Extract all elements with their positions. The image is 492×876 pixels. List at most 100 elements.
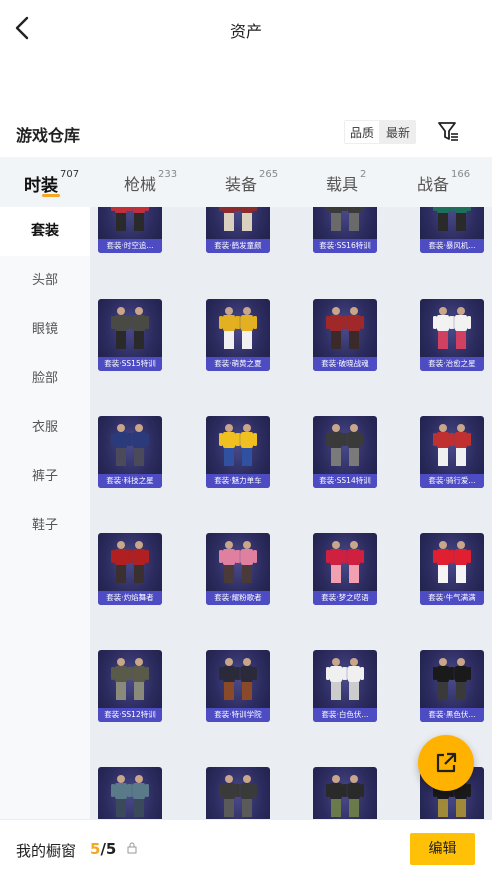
outfit-caption: 套装·SS12特训 <box>98 708 162 722</box>
outfit-figure-image <box>111 307 149 349</box>
outfit-caption: 套装·时空追... <box>98 239 162 253</box>
asset-page: 资产 游戏仓库 品质 最新 时装 707 枪械 233 装备 265 载具 2 … <box>0 0 492 876</box>
sort-by-newest[interactable]: 最新 <box>380 120 417 144</box>
outfit-caption: 套装·SS14特训 <box>313 474 377 488</box>
outfit-card[interactable] <box>98 767 162 819</box>
outfit-grid: 套装·时空追... 套装·鹤发童颜 套装·SS16特训 套装·暴风机... 套装·SS1… <box>90 207 492 819</box>
outfit-caption: 套装·SS16特训 <box>313 239 377 253</box>
tab-label: 装备 <box>225 175 258 194</box>
tab-label: 枪械 <box>124 175 157 194</box>
outfit-caption: 套装·科技之星 <box>98 474 162 488</box>
outfit-caption: 套装·萌黄之夏 <box>206 357 270 371</box>
outfit-card[interactable]: 套装·黑色伏... <box>420 650 484 722</box>
outfit-figure-image <box>219 207 257 231</box>
sidebar-item-shoes[interactable]: 鞋子 <box>0 501 90 550</box>
outfit-figure-image <box>111 541 149 583</box>
outfit-figure-image <box>433 207 471 231</box>
outfit-figure-image <box>326 541 364 583</box>
outfit-caption: 套装·耀粉歌者 <box>206 591 270 605</box>
outfit-caption: 套装·灼焰舞者 <box>98 591 162 605</box>
outfit-caption: 套装·暴风机... <box>420 239 484 253</box>
outfit-card[interactable]: 套装·梦之呓语 <box>313 533 377 605</box>
sidebar-item-glasses[interactable]: 眼镜 <box>0 305 90 354</box>
sidebar-item-outfit[interactable]: 套装 <box>0 207 90 256</box>
outfit-card[interactable]: 套装·破晓战魂 <box>313 299 377 371</box>
outfit-card[interactable]: 套装·骑行爱... <box>420 416 484 488</box>
outfit-figure-image <box>326 307 364 349</box>
outfit-figure-image <box>326 207 364 231</box>
outfit-caption: 套装·梦之呓语 <box>313 591 377 605</box>
outfit-card[interactable] <box>206 767 270 819</box>
outfit-card[interactable]: 套装·SS16特训 <box>313 207 377 253</box>
tab-count: 707 <box>60 169 80 180</box>
outfit-caption: 套装·骑行爱... <box>420 474 484 488</box>
tab-guns[interactable]: 枪械 233 <box>124 157 225 207</box>
outfit-figure-image <box>433 424 471 466</box>
tab-count: 2 <box>360 169 367 180</box>
showcase-total: /5 <box>100 840 117 858</box>
outfit-figure-image <box>219 658 257 700</box>
sidebar-item-clothes[interactable]: 衣服 <box>0 403 90 452</box>
tab-equipment[interactable]: 装备 265 <box>225 157 326 207</box>
sidebar-item-pants[interactable]: 裤子 <box>0 452 90 501</box>
outfit-card[interactable] <box>313 767 377 819</box>
outfit-card[interactable]: 套装·萌黄之夏 <box>206 299 270 371</box>
outfit-caption: 套装·黑色伏... <box>420 708 484 722</box>
outfit-figure-image <box>433 307 471 349</box>
share-button[interactable] <box>418 735 474 791</box>
outfit-card[interactable]: 套装·灼焰舞者 <box>98 533 162 605</box>
sidebar-item-head[interactable]: 头部 <box>0 256 90 305</box>
outfit-figure-image <box>219 775 257 817</box>
lock-icon <box>127 842 137 854</box>
tab-label: 载具 <box>326 175 359 194</box>
tab-count: 166 <box>451 169 471 180</box>
outfit-card[interactable]: 套装·SS14特训 <box>313 416 377 488</box>
outfit-caption: 套装·SS15特训 <box>98 357 162 371</box>
outfit-caption: 套装·治愈之星 <box>420 357 484 371</box>
showcase-used: 5 <box>90 840 101 858</box>
outfit-card[interactable]: 套装·耀粉歌者 <box>206 533 270 605</box>
outfit-card[interactable]: 套装·治愈之星 <box>420 299 484 371</box>
edit-button[interactable]: 编辑 <box>410 833 475 865</box>
sidebar-item-face[interactable]: 脸部 <box>0 354 90 403</box>
outfit-card[interactable]: 套装·科技之星 <box>98 416 162 488</box>
tab-fashion[interactable]: 时装 707 <box>24 157 124 207</box>
outfit-card[interactable]: 套装·鹤发童颜 <box>206 207 270 253</box>
outfit-card[interactable]: 套装·SS15特训 <box>98 299 162 371</box>
sort-toggle: 品质 最新 <box>344 120 417 144</box>
tab-supplies[interactable]: 战备 166 <box>417 157 487 207</box>
outfit-caption: 套装·破晓战魂 <box>313 357 377 371</box>
outfit-figure-image <box>433 658 471 700</box>
outfit-figure-image <box>219 541 257 583</box>
tab-count: 233 <box>158 169 178 180</box>
warehouse-header: 游戏仓库 品质 最新 <box>0 118 492 148</box>
outfit-caption: 套装·特训学院 <box>206 708 270 722</box>
showcase-count: 5/5 <box>90 840 116 858</box>
page-title: 资产 <box>229 22 262 41</box>
tab-vehicles[interactable]: 载具 2 <box>326 157 417 207</box>
sort-by-quality[interactable]: 品质 <box>344 120 381 144</box>
outfit-card[interactable]: 套装·特训学院 <box>206 650 270 722</box>
outfit-card[interactable]: 套装·时空追... <box>98 207 162 253</box>
outfit-caption: 套装·牛气满满 <box>420 591 484 605</box>
category-tabs: 时装 707 枪械 233 装备 265 载具 2 战备 166 <box>0 157 492 207</box>
filter-icon <box>438 122 458 141</box>
outfit-figure-image <box>433 541 471 583</box>
outfit-figure-image <box>111 424 149 466</box>
subcategory-sidebar: 套装 头部 眼镜 脸部 衣服 裤子 鞋子 <box>0 207 90 819</box>
outfit-caption: 套装·鹤发童颜 <box>206 239 270 253</box>
outfit-card[interactable]: 套装·魅力单车 <box>206 416 270 488</box>
outfit-card[interactable]: 套装·牛气满满 <box>420 533 484 605</box>
outfit-figure-image <box>111 658 149 700</box>
tab-count: 265 <box>259 169 279 180</box>
top-bar: 资产 <box>0 0 492 58</box>
outfit-card[interactable]: 套装·暴风机... <box>420 207 484 253</box>
outfit-figure-image <box>219 307 257 349</box>
filter-button[interactable] <box>436 118 460 144</box>
tab-label: 时装 <box>24 176 58 196</box>
active-tab-indicator <box>42 194 60 197</box>
outfit-card[interactable]: 套装·SS12特训 <box>98 650 162 722</box>
outfit-card[interactable]: 套装·白色伏... <box>313 650 377 722</box>
outfit-figure-image <box>326 424 364 466</box>
tab-label: 战备 <box>417 175 450 194</box>
